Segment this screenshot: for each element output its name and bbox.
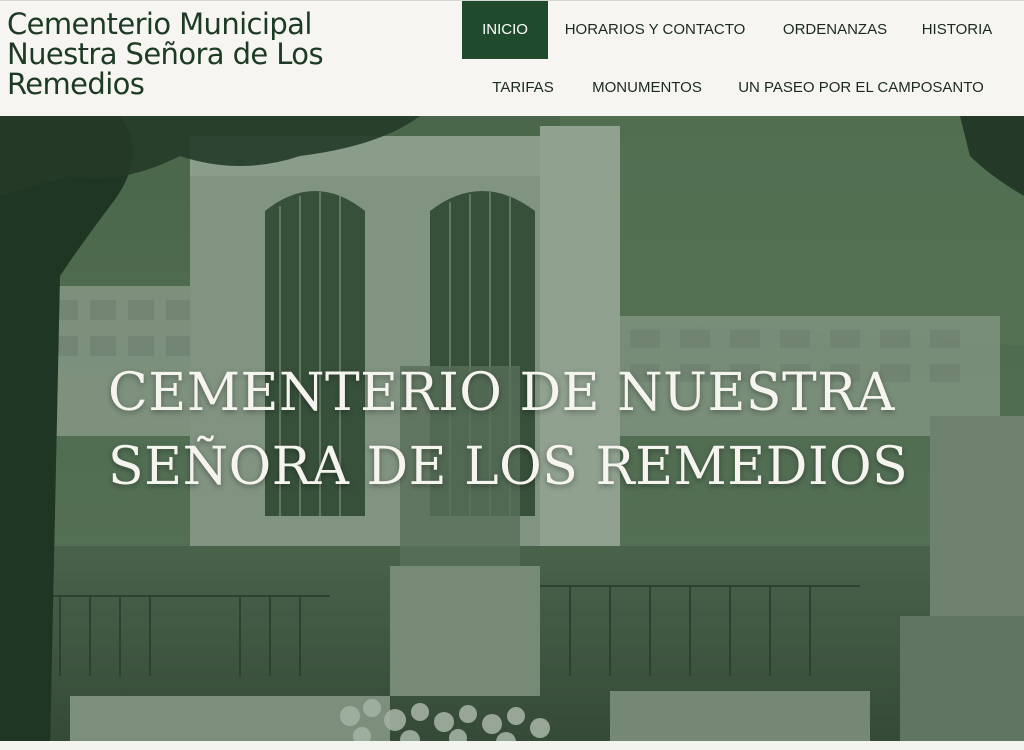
nav-item-inicio[interactable]: INICIO [462, 1, 548, 59]
nav-item-un-paseo-por-el-camposanto[interactable]: UN PASEO POR EL CAMPOSANTO [734, 59, 988, 117]
site-header: Cementerio Municipal Nuestra Señora de L… [0, 0, 1024, 116]
main-nav: INICIO HORARIOS Y CONTACTO ORDENANZAS HI… [460, 1, 1024, 117]
nav-item-monumentos[interactable]: MONUMENTOS [584, 59, 710, 117]
nav-item-tarifas[interactable]: TARIFAS [488, 59, 558, 117]
hero-banner: CEMENTERIO DE NUESTRA SEÑORA DE LOS REME… [0, 116, 1024, 750]
nav-item-ordenanzas[interactable]: ORDENANZAS [774, 1, 896, 59]
nav-item-horarios-y-contacto[interactable]: HORARIOS Y CONTACTO [558, 1, 752, 59]
nav-item-historia[interactable]: HISTORIA [916, 1, 998, 59]
hero-heading: CEMENTERIO DE NUESTRA SEÑORA DE LOS REME… [108, 363, 909, 497]
bottom-strip [0, 741, 1024, 750]
page: Cementerio Municipal Nuestra Señora de L… [0, 0, 1024, 750]
site-title[interactable]: Cementerio Municipal Nuestra Señora de L… [7, 9, 337, 99]
